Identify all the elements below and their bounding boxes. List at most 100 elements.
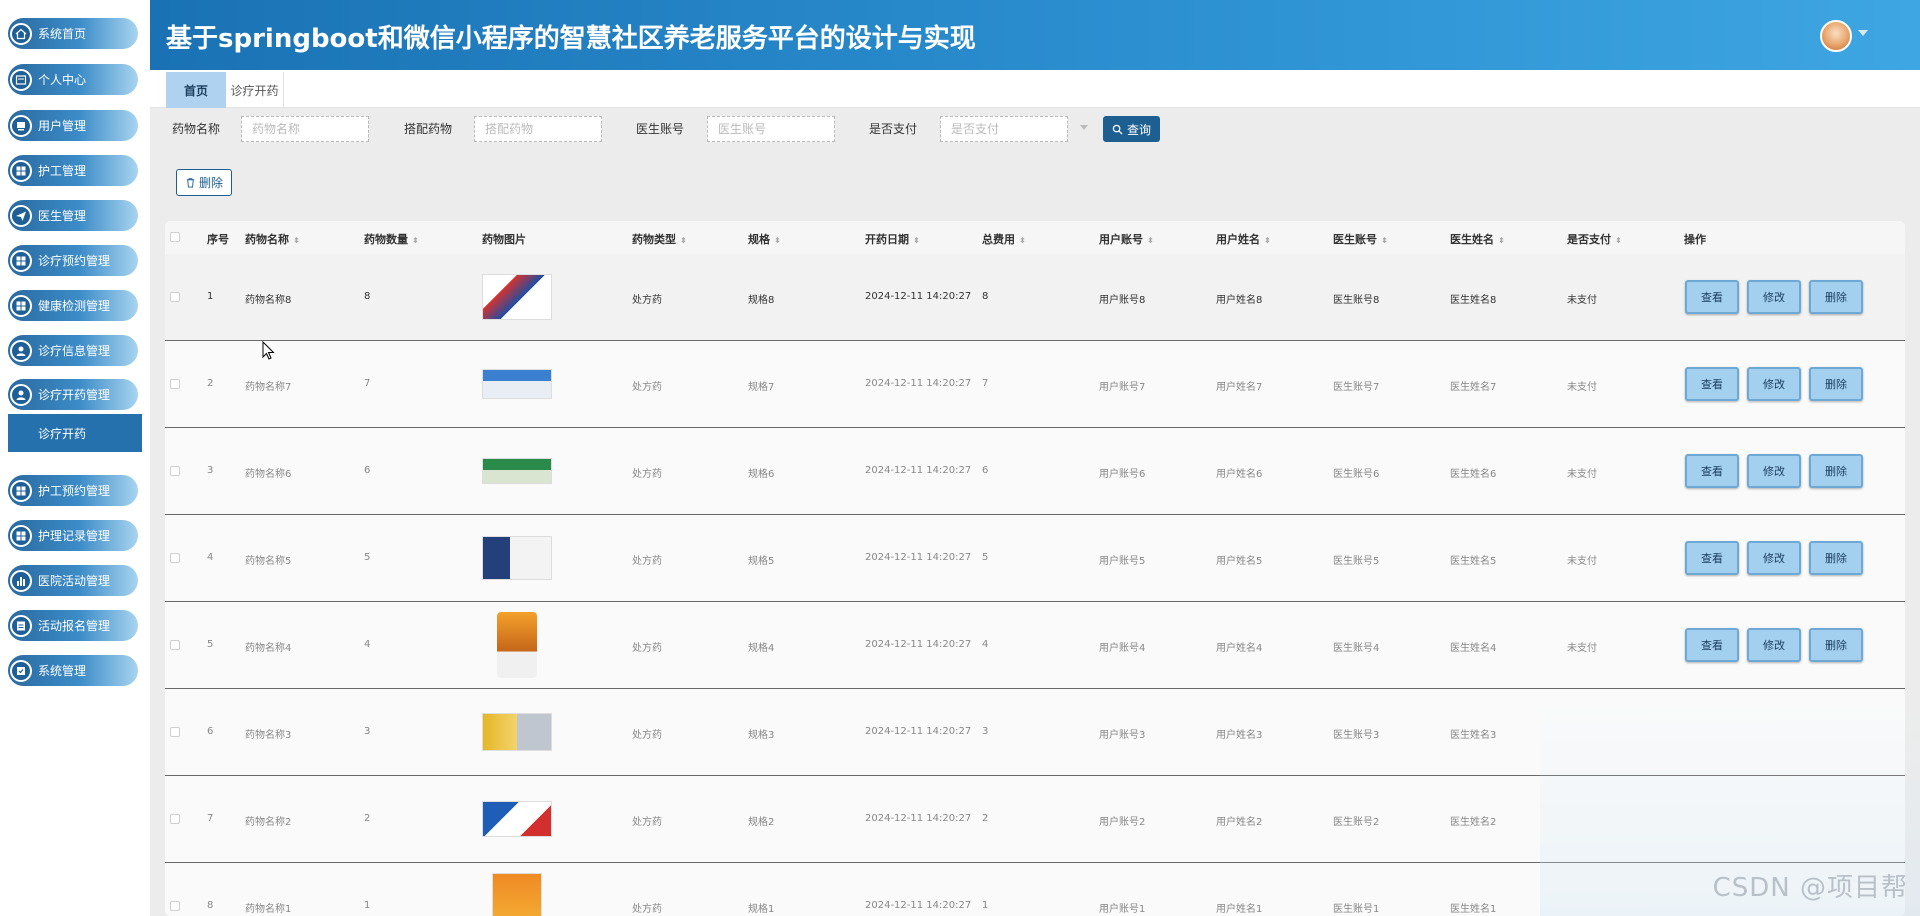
delete-button[interactable]: 删除	[1809, 454, 1863, 488]
drug-image[interactable]	[482, 784, 552, 854]
table-row[interactable]: 2 药物名称7 7 处方药 规格7 2024-12-11 14:20:27 7 用户账号7 用户…	[165, 341, 1905, 428]
sidebar-item-label: 用户管理	[38, 119, 87, 133]
sidebar-subitem-prescription[interactable]: 诊疗开药	[8, 414, 142, 452]
sidebar-item-prescriptions[interactable]: 诊疗开药管理	[8, 379, 138, 410]
filter-label-combo-drug: 搭配药物	[404, 122, 453, 136]
drug-image[interactable]	[482, 262, 552, 332]
row-checkbox[interactable]	[170, 727, 180, 737]
drug-image[interactable]	[482, 871, 552, 916]
cell-doc_name: 医生姓名8	[1450, 295, 1497, 306]
sidebar-item-label: 系统管理	[38, 664, 87, 678]
sidebar: 系统首页 个人中心 用户管理 护工管理 医生管理 诊疗预约管理 健康检测管理 诊…	[0, 0, 150, 916]
row-checkbox[interactable]	[170, 379, 180, 389]
table-row[interactable]: 5 药物名称4 4 处方药 规格4 2024-12-11 14:20:27 4 用户账号4 用户…	[165, 602, 1905, 689]
person-icon	[10, 339, 32, 362]
table-row[interactable]: 7 药物名称2 2 处方药 规格2 2024-12-11 14:20:27 2 用户账号2 用户…	[165, 776, 1905, 863]
search-icon	[1112, 124, 1123, 135]
sidebar-item-users[interactable]: 用户管理	[8, 110, 138, 141]
col-header[interactable]: 用户姓名 ⬍	[1216, 231, 1271, 247]
sidebar-item-treatment-appointments[interactable]: 诊疗预约管理	[8, 245, 138, 276]
cell-type: 处方药	[632, 817, 662, 828]
table-row[interactable]: 6 药物名称3 3 处方药 规格3 2024-12-11 14:20:27 3 用户账号3 用户…	[165, 689, 1905, 776]
sidebar-item-care-records[interactable]: 护理记录管理	[8, 520, 138, 551]
mouse-cursor-icon	[262, 341, 275, 360]
table-row[interactable]: 8 药物名称1 1 处方药 规格1 2024-12-11 14:20:27 1 用户账号1 用户…	[165, 863, 1905, 916]
sidebar-item-caregiver-appointments[interactable]: 护工预约管理	[8, 475, 138, 506]
tab-bar: 首页 诊疗开药	[150, 70, 1920, 108]
drug-image[interactable]	[482, 349, 552, 419]
view-button[interactable]: 查看	[1685, 628, 1739, 662]
avatar[interactable]	[1820, 20, 1852, 52]
drug-image[interactable]	[482, 436, 552, 506]
delete-button[interactable]: 删除	[1809, 280, 1863, 314]
sidebar-item-treatment-info[interactable]: 诊疗信息管理	[8, 335, 138, 366]
edit-button[interactable]: 修改	[1747, 367, 1801, 401]
drug-image[interactable]	[482, 697, 552, 767]
sidebar-item-label: 医生管理	[38, 209, 87, 223]
edit-button[interactable]: 修改	[1747, 280, 1801, 314]
col-header[interactable]: 药物数量 ⬍	[364, 231, 419, 247]
table-row[interactable]: 4 药物名称5 5 处方药 规格5 2024-12-11 14:20:27 5 用户账号5 用户…	[165, 515, 1905, 602]
table-row[interactable]: 3 药物名称6 6 处方药 规格6 2024-12-11 14:20:27 6 用户账号6 用户…	[165, 428, 1905, 515]
edit-button[interactable]: 修改	[1747, 628, 1801, 662]
drug-image[interactable]	[482, 523, 552, 593]
sidebar-item-system[interactable]: 系统管理	[8, 655, 138, 686]
view-button[interactable]: 查看	[1685, 541, 1739, 575]
drug-name-input[interactable]: 药物名称	[241, 116, 369, 142]
home-icon	[10, 22, 32, 45]
search-button[interactable]: 查询	[1103, 116, 1160, 142]
row-checkbox[interactable]	[170, 466, 180, 476]
edit-button[interactable]: 修改	[1747, 454, 1801, 488]
cell-date: 2024-12-11 14:20:27	[865, 378, 972, 389]
row-checkbox[interactable]	[170, 553, 180, 563]
tab-prescription[interactable]: 诊疗开药	[226, 72, 284, 108]
sort-icon: ⬍	[1615, 235, 1622, 245]
sidebar-item-doctors[interactable]: 医生管理	[8, 200, 138, 231]
cell-type: 处方药	[632, 643, 662, 654]
edit-button[interactable]: 修改	[1747, 541, 1801, 575]
view-button[interactable]: 查看	[1685, 454, 1739, 488]
table-row[interactable]: 1 药物名称8 8 处方药 规格8 2024-12-11 14:20:27 8 用户账号8 用户…	[165, 254, 1905, 341]
delete-button[interactable]: 删除	[1809, 541, 1863, 575]
col-header[interactable]: 用户账号 ⬍	[1099, 231, 1154, 247]
view-button[interactable]: 查看	[1685, 280, 1739, 314]
cell-fee: 5	[982, 552, 989, 563]
paid-select[interactable]: 是否支付	[940, 116, 1068, 142]
col-header[interactable]: 医生姓名 ⬍	[1450, 231, 1505, 247]
row-checkbox[interactable]	[170, 292, 180, 302]
col-header[interactable]: 总费用 ⬍	[982, 231, 1026, 247]
sidebar-item-profile[interactable]: 个人中心	[8, 64, 138, 95]
tab-home[interactable]: 首页	[166, 72, 226, 108]
sidebar-item-activity-signups[interactable]: 活动报名管理	[8, 610, 138, 641]
batch-delete-button[interactable]: 删除	[176, 169, 232, 196]
row-checkbox[interactable]	[170, 814, 180, 824]
row-checkbox[interactable]	[170, 640, 180, 650]
col-header[interactable]: 医生账号 ⬍	[1333, 231, 1388, 247]
drug-image[interactable]	[482, 610, 552, 680]
col-header[interactable]: 是否支付 ⬍	[1567, 231, 1622, 247]
cell-fee: 6	[982, 465, 989, 476]
sort-icon: ⬍	[293, 235, 300, 245]
delete-button[interactable]: 删除	[1809, 628, 1863, 662]
doctor-account-input[interactable]: 医生账号	[707, 116, 835, 142]
combo-drug-input[interactable]: 搭配药物	[474, 116, 602, 142]
col-header[interactable]: 药物名称 ⬍	[245, 231, 300, 247]
col-header[interactable]: 开药日期 ⬍	[865, 231, 920, 247]
delete-button[interactable]: 删除	[1809, 367, 1863, 401]
col-header[interactable]: 规格 ⬍	[748, 231, 781, 247]
grid-icon	[10, 159, 32, 182]
sidebar-item-caregivers[interactable]: 护工管理	[8, 155, 138, 186]
sidebar-item-health-checks[interactable]: 健康检测管理	[8, 290, 138, 321]
select-all-checkbox[interactable]	[170, 232, 180, 242]
cell-doc_acc: 医生账号5	[1333, 556, 1380, 567]
sidebar-item-home[interactable]: 系统首页	[8, 18, 138, 49]
row-checkbox[interactable]	[170, 901, 180, 911]
sidebar-item-hospital-activities[interactable]: 医院活动管理	[8, 565, 138, 596]
sidebar-item-label: 护理记录管理	[38, 529, 111, 543]
view-button[interactable]: 查看	[1685, 367, 1739, 401]
chevron-down-icon[interactable]	[1858, 30, 1868, 36]
cell-user_acc: 用户账号8	[1099, 295, 1146, 306]
sort-icon: ⬍	[412, 235, 419, 245]
cell-date: 2024-12-11 14:20:27	[865, 900, 972, 911]
col-header[interactable]: 药物类型 ⬍	[632, 231, 687, 247]
